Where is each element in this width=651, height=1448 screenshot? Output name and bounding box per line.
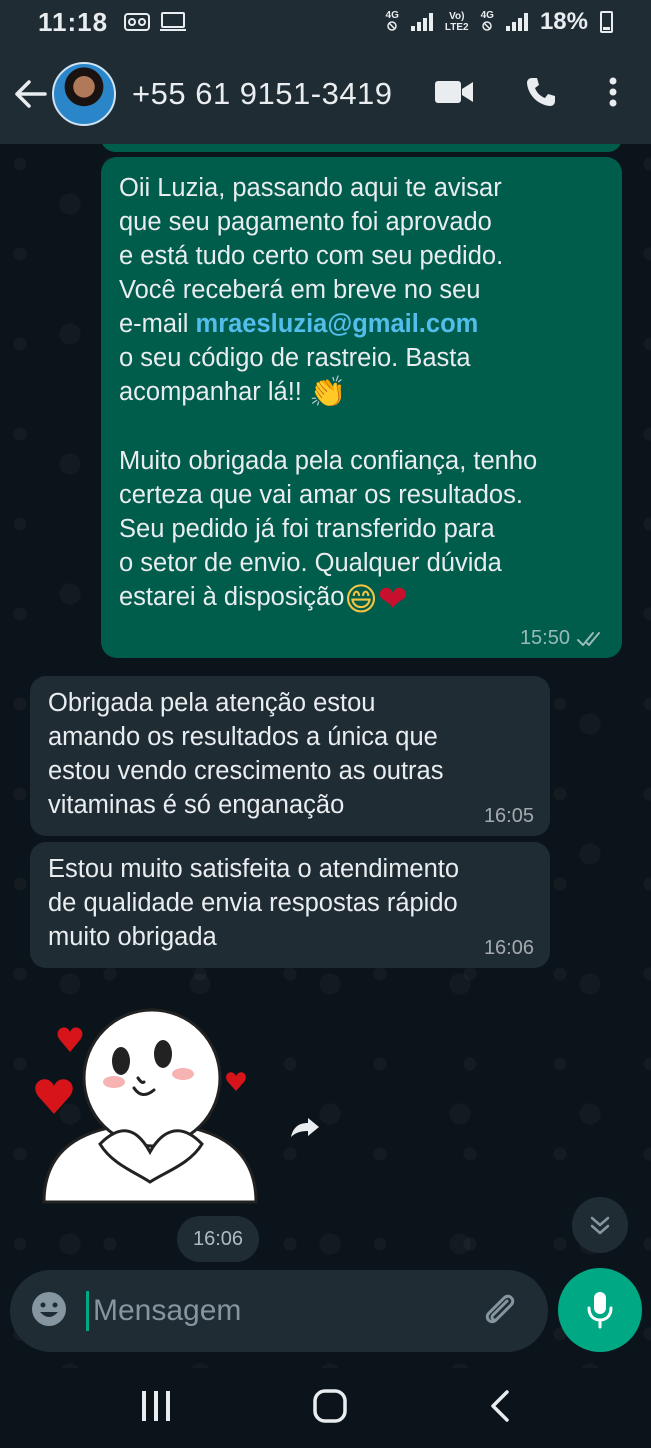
incoming-message-2[interactable]: Estou muito satisfeita o atendimento de … xyxy=(30,842,550,968)
attach-icon[interactable] xyxy=(479,1289,519,1334)
incoming-message-2-text: Estou muito satisfeita o atendimento de … xyxy=(48,855,460,951)
status-notification-icons xyxy=(124,12,187,32)
email-link[interactable]: mraesluzia@gmail.com xyxy=(196,310,479,338)
more-options-icon[interactable] xyxy=(609,77,617,112)
red-heart-emoji: ❤ xyxy=(377,577,408,619)
battery-icon xyxy=(600,11,613,33)
status-time: 11:18 xyxy=(38,6,109,37)
outgoing-message[interactable]: Oii Luzia, passando aqui te avisar que s… xyxy=(101,157,622,658)
no-data-icon xyxy=(387,21,397,31)
network-1-label: 4G xyxy=(385,10,399,21)
outgoing-message-meta: 15:50 xyxy=(520,627,606,650)
no-data-icon-2 xyxy=(482,21,493,31)
network-2-label-top: Vo) xyxy=(449,11,465,22)
status-bar: 11:18 4G Vo) LTE2 4G 18% xyxy=(0,0,651,44)
chat-header: +55 61 9151-3419 xyxy=(0,44,651,144)
header-actions xyxy=(435,76,637,113)
heart-hands-sticker[interactable] xyxy=(30,994,270,1214)
video-call-icon[interactable] xyxy=(435,79,473,110)
grinning-face-emoji: 😄 xyxy=(344,580,378,617)
message-composer xyxy=(10,1270,596,1352)
incoming-message-1-meta: 16:05 xyxy=(484,805,534,828)
contact-name[interactable]: +55 61 9151-3419 xyxy=(132,76,393,112)
clapping-hands-emoji: 👏 xyxy=(308,376,347,410)
network-2: Vo) LTE2 xyxy=(445,11,469,33)
status-right: 4G Vo) LTE2 4G 18% xyxy=(386,8,613,36)
outgoing-text-part2: o seu código de rastreio. Basta acompanh… xyxy=(119,344,471,406)
recent-apps-icon[interactable] xyxy=(140,1389,172,1428)
network-1: 4G xyxy=(386,10,399,34)
outgoing-text-part3: Muito obrigada pela confiança, tenho cer… xyxy=(119,447,538,612)
incoming-message-2-time: 16:06 xyxy=(483,937,534,959)
signal-2-icon xyxy=(505,13,528,31)
home-icon[interactable] xyxy=(312,1388,348,1429)
outgoing-message-time: 15:50 xyxy=(519,627,570,649)
contact-avatar[interactable] xyxy=(52,62,116,126)
scroll-to-bottom-button[interactable] xyxy=(572,1197,628,1253)
network-3-label: 4G xyxy=(480,10,494,21)
forward-icon[interactable] xyxy=(282,1104,328,1150)
system-nav-bar xyxy=(0,1368,651,1448)
previous-outgoing-bubble xyxy=(101,144,622,152)
emoji-icon[interactable] xyxy=(30,1290,68,1333)
signal-1-icon xyxy=(410,13,433,31)
network-2-label-bottom: LTE2 xyxy=(444,22,469,33)
incoming-message-1-text: Obrigada pela atenção estou amando os re… xyxy=(48,689,444,819)
incoming-message-2-meta: 16:06 xyxy=(484,937,534,960)
voice-call-icon[interactable] xyxy=(525,76,557,113)
double-chevron-down-icon xyxy=(590,1216,610,1235)
incoming-message-1-time: 16:05 xyxy=(483,805,534,827)
outgoing-message-text: Oii Luzia, passando aqui te avisar que s… xyxy=(119,171,604,616)
double-check-icon xyxy=(577,631,600,646)
back-arrow-icon[interactable] xyxy=(14,77,48,111)
back-nav-icon[interactable] xyxy=(489,1389,511,1428)
battery-percent: 18% xyxy=(539,8,588,35)
chat-area[interactable]: Oii Luzia, passando aqui te avisar que s… xyxy=(0,144,651,1368)
screen-cast-icon xyxy=(160,12,187,31)
sticker-time: 16:06 xyxy=(177,1216,259,1262)
mic-button[interactable] xyxy=(558,1268,642,1352)
incoming-message-1[interactable]: Obrigada pela atenção estou amando os re… xyxy=(30,676,550,836)
message-input[interactable] xyxy=(86,1291,479,1331)
voicemail-icon xyxy=(124,13,151,31)
microphone-icon xyxy=(587,1292,613,1329)
network-3: 4G xyxy=(481,10,494,34)
